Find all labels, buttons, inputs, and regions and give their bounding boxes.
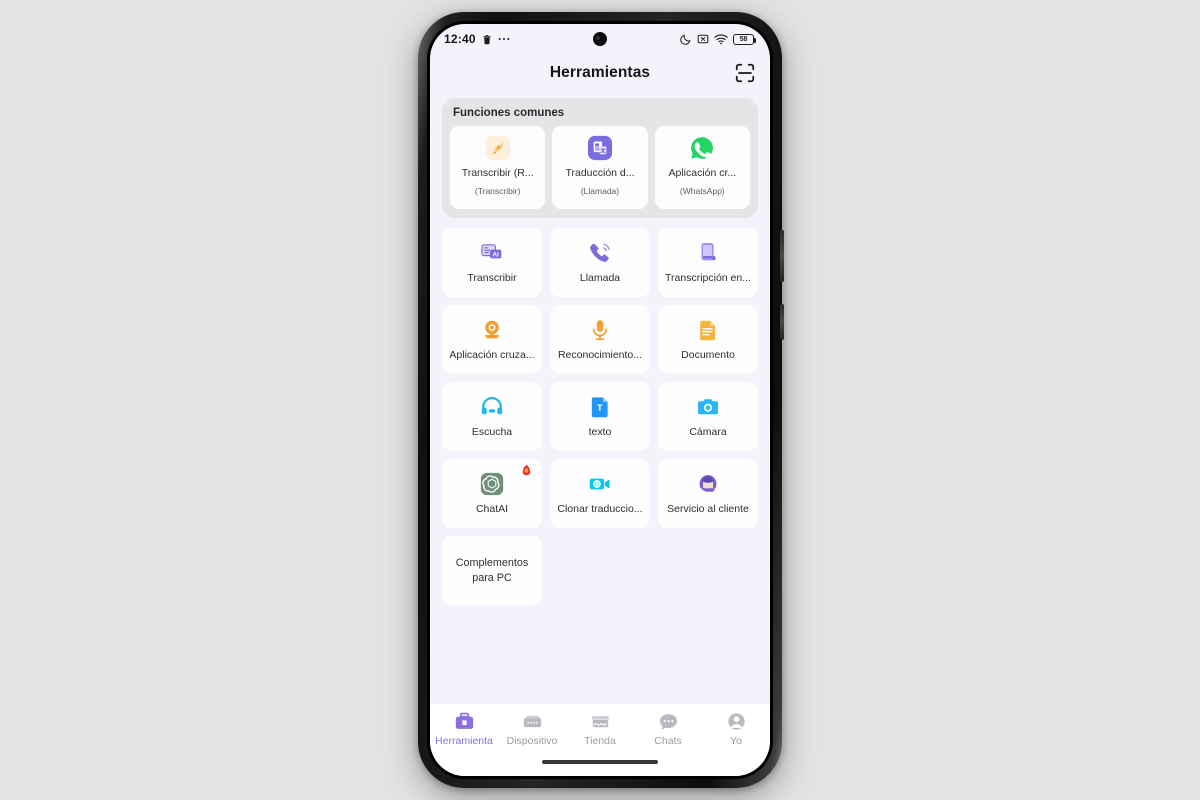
tools-content-scroll[interactable]: Funciones comunes Transcribir (R... (Tra… [430,92,770,704]
tool-card-aplicacion-cruzada[interactable]: Aplicación cruza... [442,305,542,374]
nav-label: Dispositivo [506,735,558,747]
profile-icon [725,711,747,731]
moon-icon [680,33,692,45]
nav-label: Chats [654,735,682,747]
bottom-navigation-bar: Herramienta Dispositivo Tienda Chats Yo [430,704,770,760]
store-icon [589,711,611,731]
common-functions-grid: Transcribir (R... (Transcribir) 文 Traduc… [450,126,750,209]
common-card-sub: (Llamada) [580,185,620,196]
svg-text:文: 文 [600,146,606,154]
tool-card-transcripcion-en[interactable]: Transcripción en... [658,228,758,297]
tool-card-complementos-pc[interactable]: Complementos para PC [442,536,542,605]
tool-label: Escucha [471,427,513,439]
whatsapp-icon [688,134,716,162]
common-card-sub: (WhatsApp) [679,185,725,196]
document-icon [695,317,721,343]
wifi-icon [714,34,728,45]
status-bar-right: 58 [680,33,757,45]
common-functions-title: Funciones comunes [453,107,565,119]
common-card-label: Transcribir (R... [461,168,534,179]
headphones-icon [479,394,505,420]
common-card-traduccion[interactable]: 文 Traducción d... (Llamada) [552,126,648,209]
phone-device-icon [695,240,721,266]
nav-label: Tienda [584,735,616,747]
ai-transcribe-icon: AI [479,240,505,266]
tool-label: Cámara [689,427,727,439]
video-translate-icon [587,471,613,497]
mute-icon [697,33,709,45]
common-functions-panel: Funciones comunes Transcribir (R... (Tra… [442,98,758,218]
tool-label: Aplicación cruza... [449,350,535,362]
nav-label: Herramienta [435,735,493,747]
microphone-icon [587,317,613,343]
front-camera-punch-hole [593,32,607,46]
nav-item-dispositivo[interactable]: Dispositivo [498,711,566,747]
status-time: 12:40 [444,32,476,46]
common-card-sub: (Transcribir) [474,185,521,196]
more-dots-icon [498,37,510,41]
tool-card-reconocimiento[interactable]: Reconocimiento... [550,305,650,374]
phone-bezel: 12:40 58 Herramientas Funciones comunes … [427,21,773,779]
page-title: Herramientas [549,64,651,81]
tool-label: Clonar traduccio... [557,504,643,516]
nav-item-yo[interactable]: Yo [702,711,770,747]
chat-icon [657,711,679,731]
tool-card-servicio-al-cliente[interactable]: Servicio al cliente [658,459,758,528]
nav-item-herramienta[interactable]: Herramienta [430,711,498,747]
common-card-label: Traducción d... [565,168,635,179]
tool-label: Transcripción en... [665,273,751,285]
tool-label: Documento [681,350,735,362]
tool-label: Servicio al cliente [667,504,749,516]
text-file-icon: T [587,394,613,420]
openai-icon [479,471,505,497]
trash-icon [482,34,492,45]
svg-text:T: T [597,403,603,413]
tool-card-escucha[interactable]: Escucha [442,382,542,451]
common-card-transcribir[interactable]: Transcribir (R... (Transcribir) [450,126,546,209]
translate-doc-icon: 文 [586,134,614,162]
device-icon [521,711,543,731]
volume-button[interactable] [780,304,784,340]
status-bar: 12:40 58 [430,24,770,54]
battery-icon: 58 [733,33,757,45]
rocket-icon [484,134,512,162]
app-header: Herramientas [430,54,770,92]
status-bar-left: 12:40 [444,32,510,46]
scan-icon[interactable] [734,62,756,84]
toolbox-icon [453,711,475,731]
tool-label: Reconocimiento... [557,350,643,362]
tool-label: Transcribir [467,273,517,285]
nav-item-tienda[interactable]: Tienda [566,711,634,747]
tool-label: texto [588,427,612,439]
camera-icon [695,394,721,420]
nav-item-chats[interactable]: Chats [634,711,702,747]
tool-label: ChatAI [475,504,509,516]
new-badge-icon [521,464,532,475]
support-agent-icon [695,471,721,497]
svg-text:AI: AI [492,251,499,258]
common-card-whatsapp[interactable]: Aplicación cr... (WhatsApp) [654,126,750,209]
tool-card-clonar-traduccion[interactable]: Clonar traduccio... [550,459,650,528]
webcam-icon [479,317,505,343]
tool-card-documento[interactable]: Documento [658,305,758,374]
tool-label: Llamada [579,273,621,285]
phone-frame: 12:40 58 Herramientas Funciones comunes … [418,12,784,788]
tool-label: Complementos para PC [455,557,529,584]
gesture-bar-area [430,760,770,776]
tool-card-texto[interactable]: T texto [550,382,650,451]
nav-label: Yo [730,735,742,747]
tool-card-camara[interactable]: Cámara [658,382,758,451]
power-button[interactable] [780,230,784,282]
phone-screen: 12:40 58 Herramientas Funciones comunes … [430,24,770,776]
tool-card-llamada[interactable]: Llamada [550,228,650,297]
common-card-label: Aplicación cr... [668,168,737,179]
tools-grid: AI Transcribir Llamada Transcripción en.… [442,228,758,605]
tool-card-chatai[interactable]: ChatAI [442,459,542,528]
tool-card-transcribir[interactable]: AI Transcribir [442,228,542,297]
phone-call-icon [587,240,613,266]
home-gesture-bar[interactable] [542,760,658,764]
battery-level-text: 58 [739,35,748,43]
